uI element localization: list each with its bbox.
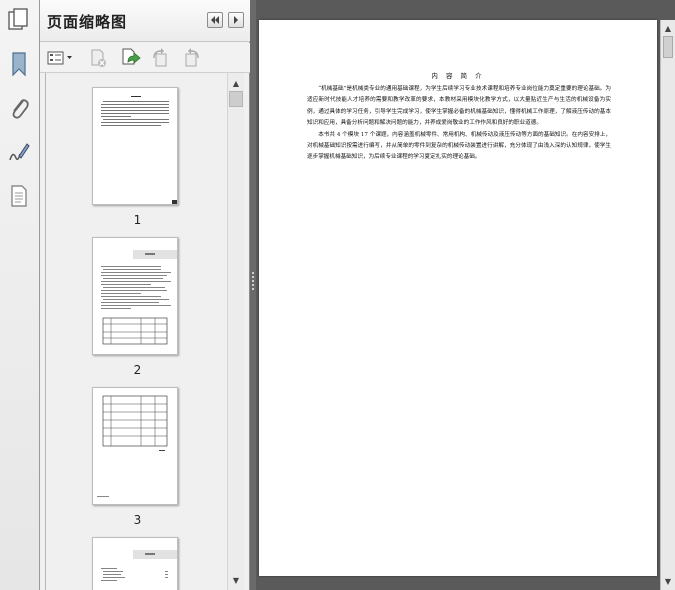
- thumbnail-toolbar: [40, 43, 250, 73]
- options-menu-button[interactable]: [46, 46, 74, 70]
- page-preview: [101, 96, 177, 204]
- splitter-grip: [252, 284, 254, 286]
- page-preview: [97, 395, 168, 497]
- document-paragraph: 本书共 4 个模块 17 个课题，内容涵盖机械零件、常用机构、机械传动及液压传动…: [307, 131, 611, 161]
- delete-page-button[interactable]: [86, 46, 110, 70]
- document-scrollbar[interactable]: ▲ ▼: [660, 20, 675, 590]
- page-thumbnail-2[interactable]: [92, 237, 178, 355]
- document-body: “机械基础”是机械类专业的通用基础课程，为学生后续学习专业技术课程和培养专业岗位…: [307, 84, 611, 164]
- document-paragraph: “机械基础”是机械类专业的通用基础课程，为学生后续学习专业技术课程和培养专业岗位…: [307, 86, 611, 127]
- signature-icon[interactable]: [4, 136, 34, 168]
- collapse-panel-button[interactable]: [207, 12, 223, 28]
- page-thumbnail-3[interactable]: [92, 387, 178, 505]
- page-thumbnail-1[interactable]: [92, 87, 178, 205]
- page-preview: [101, 250, 177, 345]
- document-heading: 内 容 简 介: [431, 72, 485, 80]
- page-thumbnails-panel: 页面缩略图 1 2 3 ▲ ▼: [40, 0, 250, 590]
- navigation-rail: [0, 0, 40, 590]
- splitter-grip: [252, 272, 254, 274]
- panel-next-button[interactable]: [228, 12, 244, 28]
- chevron-right-icon: [234, 16, 238, 24]
- attachment-icon[interactable]: [4, 92, 34, 124]
- document-area-top: [256, 0, 675, 20]
- extract-page-icon: [122, 48, 141, 65]
- scrollbar-thumb[interactable]: [229, 91, 243, 107]
- content-icon[interactable]: [4, 180, 34, 212]
- rotate-clockwise-button[interactable]: [180, 46, 204, 70]
- double-chevron-left-icon: [211, 16, 219, 24]
- panel-title: 页面缩略图: [47, 13, 128, 31]
- document-page: 内 容 简 介 “机械基础”是机械类专业的通用基础课程，为学生后续学习专业技术课…: [259, 20, 657, 576]
- scrollbar-thumb[interactable]: [663, 36, 673, 58]
- bookmark-icon[interactable]: [4, 48, 34, 80]
- splitter-grip: [252, 276, 254, 278]
- thumbnail-scrollbar[interactable]: ▲ ▼: [227, 73, 244, 590]
- thumbnail-list: 1 2 3: [45, 73, 228, 590]
- scroll-down-arrow[interactable]: ▼: [228, 572, 244, 588]
- scroll-up-arrow[interactable]: ▲: [661, 21, 675, 35]
- page-thumbnail-4[interactable]: [92, 537, 178, 590]
- rotate-right-icon: [185, 48, 199, 67]
- page-preview: [101, 550, 177, 581]
- list-options-icon: [47, 51, 72, 65]
- splitter-grip: [252, 280, 254, 282]
- rotate-left-icon: [153, 48, 167, 67]
- page-number-1: 1: [133, 213, 142, 227]
- scroll-down-arrow[interactable]: ▼: [661, 574, 675, 588]
- page-number-3: 3: [133, 513, 142, 527]
- rotate-counterclockwise-button[interactable]: [148, 46, 172, 70]
- splitter-grip: [252, 288, 254, 290]
- delete-page-icon: [91, 49, 106, 67]
- extract-page-button[interactable]: [118, 46, 142, 70]
- scroll-up-arrow[interactable]: ▲: [228, 75, 244, 91]
- panel-splitter[interactable]: [250, 0, 256, 590]
- panel-header: 页面缩略图: [40, 0, 250, 42]
- pages-icon[interactable]: [4, 4, 34, 36]
- page-number-2: 2: [133, 363, 142, 377]
